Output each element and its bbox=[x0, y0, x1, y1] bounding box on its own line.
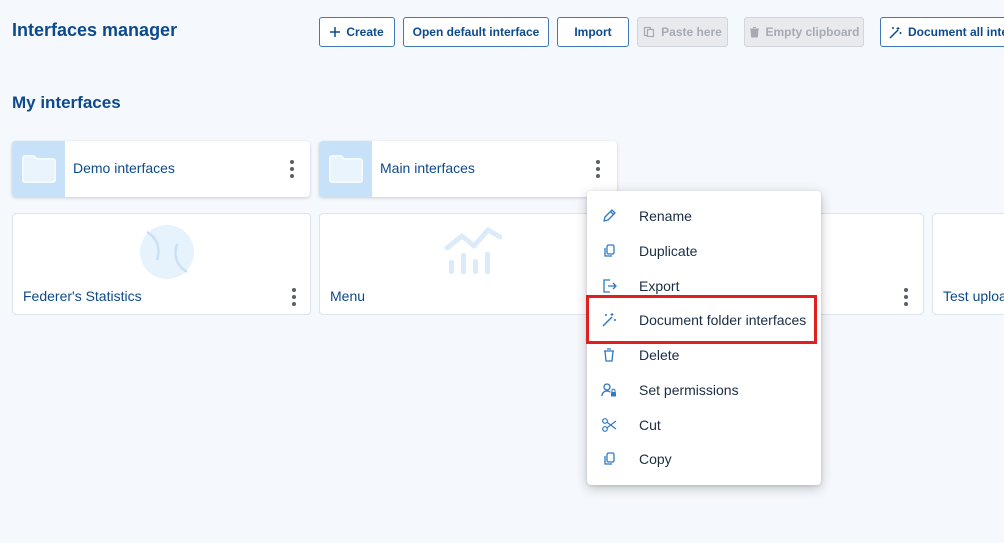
more-options-icon[interactable] bbox=[285, 155, 299, 183]
folder-card-main[interactable]: Main interfaces bbox=[319, 141, 617, 197]
menu-item-label: Cut bbox=[639, 417, 661, 433]
menu-item-label: Delete bbox=[639, 347, 680, 363]
interface-card-federers-statistics[interactable]: Federer's Statistics bbox=[12, 213, 311, 315]
section-title: My interfaces bbox=[12, 93, 121, 112]
create-button-label: Create bbox=[346, 25, 384, 39]
empty-clipboard-label: Empty clipboard bbox=[765, 25, 860, 39]
folder-icon-box bbox=[12, 141, 65, 197]
menu-item-duplicate[interactable]: Duplicate bbox=[587, 234, 821, 268]
empty-clipboard-button[interactable]: Empty clipboard bbox=[744, 17, 864, 47]
duplicate-icon bbox=[604, 244, 615, 257]
interface-label: Test upload bbox=[943, 288, 1004, 304]
toolbar: Create Open default interface Import Pas… bbox=[0, 17, 1004, 49]
folder-label: Main interfaces bbox=[380, 160, 475, 176]
trash-icon bbox=[749, 26, 759, 38]
menu-item-copy[interactable]: Copy bbox=[587, 442, 821, 476]
trash-icon bbox=[604, 348, 614, 362]
open-default-interface-label: Open default interface bbox=[412, 25, 540, 39]
menu-item-rename[interactable]: Rename bbox=[587, 199, 821, 233]
interface-label: Menu bbox=[330, 288, 366, 304]
tennis-ball-icon bbox=[140, 225, 194, 279]
interface-label: Federer's Statistics bbox=[23, 288, 142, 304]
menu-item-export[interactable]: Export bbox=[587, 269, 821, 303]
chart-icon bbox=[444, 227, 502, 274]
interface-card-test-upload[interactable]: Test upload bbox=[932, 213, 1004, 315]
menu-item-label: Copy bbox=[639, 451, 672, 467]
magic-wand-icon bbox=[889, 26, 902, 39]
document-all-interfaces-label: Document all interfaces bbox=[908, 25, 1004, 39]
user-lock-icon bbox=[601, 383, 616, 397]
folder-card-demo[interactable]: Demo interfaces bbox=[12, 141, 310, 197]
import-button[interactable]: Import bbox=[557, 17, 629, 47]
more-options-icon[interactable] bbox=[287, 285, 301, 309]
more-options-icon[interactable] bbox=[591, 155, 605, 183]
folder-icon-box bbox=[319, 141, 372, 197]
scissors-icon bbox=[602, 418, 617, 432]
folder-icon bbox=[21, 155, 56, 183]
open-default-interface-button[interactable]: Open default interface bbox=[403, 17, 549, 47]
menu-item-delete[interactable]: Delete bbox=[587, 338, 821, 372]
menu-item-label: Set permissions bbox=[639, 382, 739, 398]
export-icon bbox=[603, 279, 617, 293]
plus-icon bbox=[330, 27, 341, 37]
menu-item-label: Export bbox=[639, 278, 680, 294]
context-menu: Rename Duplicate Export Document folder … bbox=[587, 191, 821, 485]
document-all-interfaces-button[interactable]: Document all interfaces bbox=[880, 17, 1004, 47]
menu-item-set-permissions[interactable]: Set permissions bbox=[587, 373, 821, 407]
folder-label: Demo interfaces bbox=[73, 160, 175, 176]
menu-item-label: Rename bbox=[639, 208, 692, 224]
pencil-icon bbox=[603, 209, 616, 222]
menu-item-document-folder-interfaces[interactable]: Document folder interfaces bbox=[587, 303, 821, 337]
interface-card-menu[interactable]: Menu bbox=[319, 213, 599, 315]
menu-item-label: Duplicate bbox=[639, 243, 698, 259]
menu-item-cut[interactable]: Cut bbox=[587, 408, 821, 442]
paste-icon bbox=[644, 26, 655, 38]
create-button[interactable]: Create bbox=[319, 17, 395, 47]
import-button-label: Import bbox=[574, 25, 612, 39]
paste-here-label: Paste here bbox=[661, 25, 722, 39]
copy-icon bbox=[604, 452, 615, 465]
magic-wand-icon bbox=[602, 313, 616, 327]
paste-here-button[interactable]: Paste here bbox=[637, 17, 728, 47]
folder-icon bbox=[328, 155, 363, 183]
menu-item-label: Document folder interfaces bbox=[639, 312, 807, 328]
more-options-icon[interactable] bbox=[899, 285, 913, 309]
